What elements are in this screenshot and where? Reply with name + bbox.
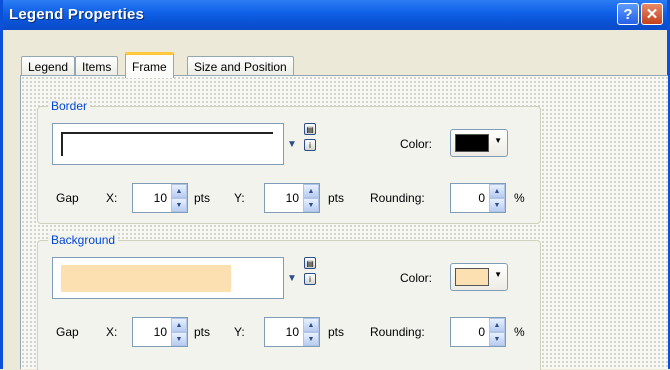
background-rounding-value[interactable]: 0 bbox=[451, 325, 489, 339]
window-title: Legend Properties bbox=[9, 6, 145, 23]
spin-down-icon[interactable]: ▼ bbox=[489, 198, 505, 212]
chevron-down-icon: ▼ bbox=[494, 136, 502, 145]
border-gap-x-value[interactable]: 10 bbox=[133, 191, 171, 205]
spin-down-icon[interactable]: ▼ bbox=[171, 332, 187, 346]
border-color-label: Color: bbox=[400, 137, 433, 151]
spin-up-icon[interactable]: ▲ bbox=[489, 184, 505, 198]
background-x-pts-label: pts bbox=[194, 325, 211, 339]
info-icon[interactable]: i bbox=[304, 273, 316, 285]
info-icon[interactable]: i bbox=[304, 139, 316, 151]
background-color-button[interactable]: ▼ bbox=[450, 263, 508, 291]
background-group: Background ▼ ▤ i Color: ▼ Gap X: 10 ▲ ▼ … bbox=[37, 233, 541, 370]
border-rounding-spinner[interactable]: 0 ▲ ▼ bbox=[450, 183, 506, 213]
spin-up-icon[interactable]: ▲ bbox=[303, 318, 319, 332]
background-rounding-percent: % bbox=[514, 325, 525, 339]
spin-up-icon[interactable]: ▲ bbox=[489, 318, 505, 332]
border-y-pts-label: pts bbox=[328, 191, 345, 205]
border-rounding-label: Rounding: bbox=[370, 191, 425, 205]
spin-down-icon[interactable]: ▼ bbox=[489, 332, 505, 346]
background-group-title: Background bbox=[48, 233, 119, 247]
spin-down-icon[interactable]: ▼ bbox=[171, 198, 187, 212]
border-gap-y-value[interactable]: 10 bbox=[265, 191, 303, 205]
frame-tab-panel: Border ▼ ▤ i Color: ▼ Gap X: 10 ▲ ▼ pts bbox=[20, 75, 668, 370]
spin-up-icon[interactable]: ▲ bbox=[171, 318, 187, 332]
border-line-preview bbox=[61, 132, 273, 156]
border-x-pts-label: pts bbox=[194, 191, 211, 205]
border-rounding-value[interactable]: 0 bbox=[451, 191, 489, 205]
border-style-dropdown[interactable] bbox=[52, 123, 284, 165]
spin-down-icon[interactable]: ▼ bbox=[303, 198, 319, 212]
legend-properties-dialog: Legend Properties ? ✕ Legend Items Frame… bbox=[0, 0, 670, 370]
border-gap-label: Gap bbox=[56, 191, 79, 205]
background-y-label: Y: bbox=[234, 325, 245, 339]
tab-frame[interactable]: Frame bbox=[125, 52, 174, 78]
properties-icon[interactable]: ▤ bbox=[304, 123, 316, 135]
border-group-title: Border bbox=[48, 99, 91, 113]
tab-legend[interactable]: Legend bbox=[21, 56, 76, 76]
background-color-label: Color: bbox=[400, 271, 433, 285]
title-bar[interactable]: Legend Properties ? ✕ bbox=[3, 0, 667, 30]
background-fill-dropdown[interactable] bbox=[52, 257, 284, 299]
border-color-button[interactable]: ▼ bbox=[450, 129, 508, 157]
chevron-down-icon[interactable]: ▼ bbox=[284, 123, 300, 165]
spin-up-icon[interactable]: ▲ bbox=[303, 184, 319, 198]
tab-items[interactable]: Items bbox=[75, 56, 119, 76]
chevron-down-icon: ▼ bbox=[494, 270, 502, 279]
border-x-label: X: bbox=[106, 191, 118, 205]
background-color-swatch bbox=[455, 268, 489, 286]
border-gap-y-spinner[interactable]: 10 ▲ ▼ bbox=[264, 183, 320, 213]
border-gap-x-spinner[interactable]: 10 ▲ ▼ bbox=[132, 183, 188, 213]
chevron-down-icon[interactable]: ▼ bbox=[284, 257, 300, 299]
background-gap-x-value[interactable]: 10 bbox=[133, 325, 171, 339]
border-group: Border ▼ ▤ i Color: ▼ Gap X: 10 ▲ ▼ pts bbox=[37, 99, 541, 224]
background-gap-x-spinner[interactable]: 10 ▲ ▼ bbox=[132, 317, 188, 347]
background-gap-label: Gap bbox=[56, 325, 79, 339]
help-button[interactable]: ? bbox=[617, 3, 639, 25]
spin-up-icon[interactable]: ▲ bbox=[171, 184, 187, 198]
properties-icon[interactable]: ▤ bbox=[304, 257, 316, 269]
spin-down-icon[interactable]: ▼ bbox=[303, 332, 319, 346]
background-fill-preview bbox=[61, 265, 231, 292]
background-rounding-spinner[interactable]: 0 ▲ ▼ bbox=[450, 317, 506, 347]
tab-size-and-position[interactable]: Size and Position bbox=[187, 56, 294, 76]
border-rounding-percent: % bbox=[514, 191, 525, 205]
background-gap-y-value[interactable]: 10 bbox=[265, 325, 303, 339]
border-color-swatch bbox=[455, 134, 489, 152]
close-button[interactable]: ✕ bbox=[641, 3, 663, 25]
border-y-label: Y: bbox=[234, 191, 245, 205]
background-x-label: X: bbox=[106, 325, 118, 339]
background-rounding-label: Rounding: bbox=[370, 325, 425, 339]
background-y-pts-label: pts bbox=[328, 325, 345, 339]
background-gap-y-spinner[interactable]: 10 ▲ ▼ bbox=[264, 317, 320, 347]
